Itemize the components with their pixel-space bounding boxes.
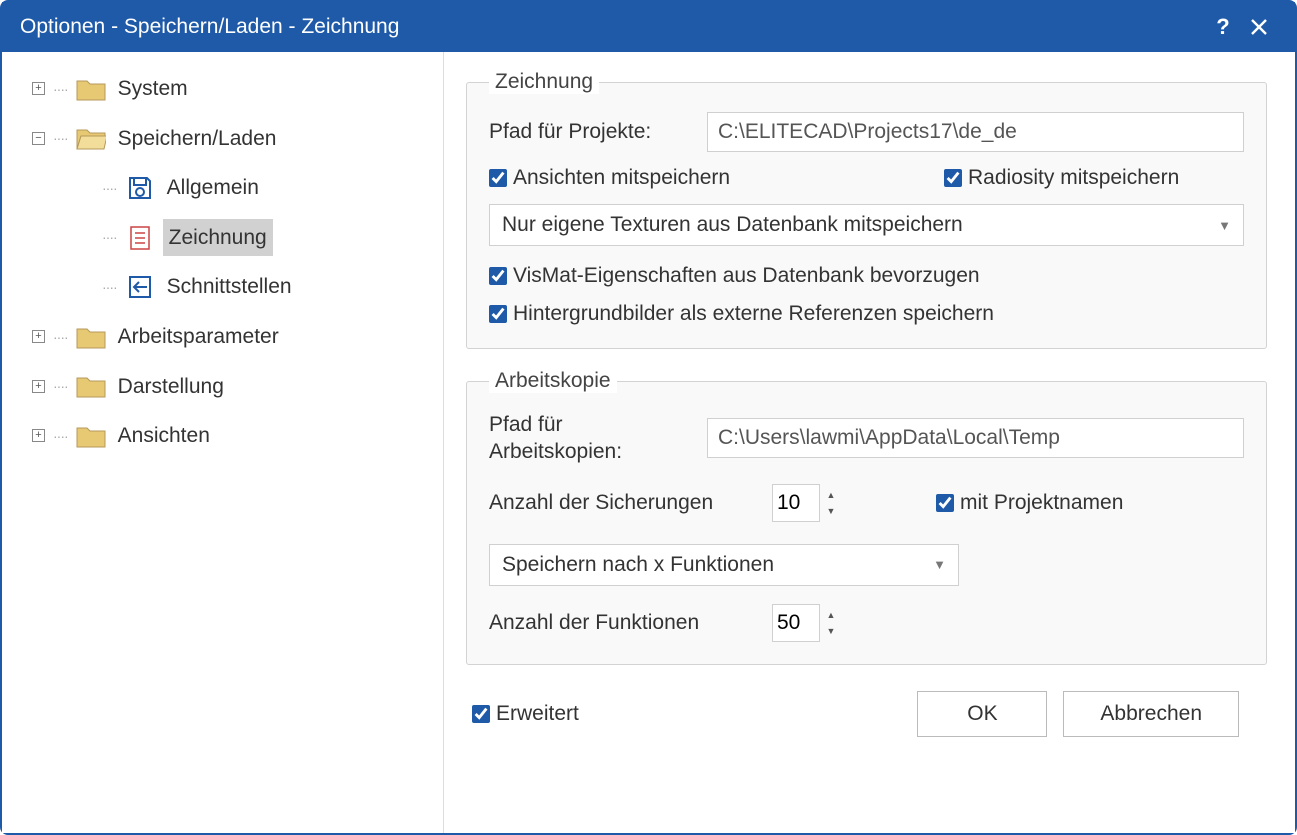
tree-item-display[interactable]: + ···· Darstellung: [2, 362, 443, 412]
ok-button[interactable]: OK: [917, 691, 1047, 737]
options-tree: + ···· System − ···· Speichern/Laden ···…: [2, 52, 444, 833]
select-value: Nur eigene Texturen aus Datenbank mitspe…: [502, 213, 963, 237]
textures-save-select[interactable]: Nur eigene Texturen aus Datenbank mitspe…: [489, 204, 1244, 246]
stepper-down-icon[interactable]: ▼: [822, 623, 840, 639]
tree-label: System: [114, 70, 192, 108]
checkbox-input[interactable]: [489, 305, 507, 323]
tree-label: Schnittstellen: [163, 268, 296, 306]
checkbox-label: VisMat-Eigenschaften aus Datenbank bevor…: [513, 264, 980, 288]
tree-item-work-params[interactable]: + ···· Arbeitsparameter: [2, 312, 443, 362]
close-icon[interactable]: [1241, 9, 1277, 45]
checkbox-advanced[interactable]: Erweitert: [472, 702, 579, 726]
folder-icon: [76, 373, 106, 399]
checkbox-with-projectname[interactable]: mit Projektnamen: [936, 491, 1123, 515]
checkbox-input[interactable]: [944, 169, 962, 187]
projects-path-label: Pfad für Projekte:: [489, 120, 689, 144]
save-disk-icon: [125, 175, 155, 201]
dialog-title: Optionen - Speichern/Laden - Zeichnung: [20, 15, 1205, 39]
import-arrow-icon: [125, 274, 155, 300]
select-value: Speichern nach x Funktionen: [502, 553, 774, 577]
tree-label: Darstellung: [114, 368, 228, 406]
chevron-down-icon: ▼: [1218, 218, 1231, 233]
tree-item-drawing[interactable]: ···· Zeichnung: [2, 213, 443, 263]
folder-icon: [76, 324, 106, 350]
checkbox-input[interactable]: [936, 494, 954, 512]
document-lines-icon: [125, 225, 155, 251]
group-legend: Zeichnung: [489, 70, 599, 94]
checkbox-label: Radiosity mitspeichern: [968, 166, 1179, 190]
checkbox-bg-external-ref[interactable]: Hintergrundbilder als externe Referenzen…: [489, 302, 994, 326]
tree-item-views[interactable]: + ···· Ansichten: [2, 411, 443, 461]
projects-path-input[interactable]: [707, 112, 1244, 152]
stepper-up-icon[interactable]: ▲: [822, 607, 840, 623]
group-legend: Arbeitskopie: [489, 369, 617, 393]
checkbox-label: Hintergrundbilder als externe Referenzen…: [513, 302, 994, 326]
checkbox-label: mit Projektnamen: [960, 491, 1123, 515]
tree-label: Ansichten: [114, 417, 214, 455]
folder-icon: [76, 76, 106, 102]
checkbox-label: Erweitert: [496, 702, 579, 726]
cancel-button[interactable]: Abbrechen: [1063, 691, 1239, 737]
function-count-stepper[interactable]: [772, 604, 820, 642]
titlebar: Optionen - Speichern/Laden - Zeichnung ?: [2, 2, 1295, 52]
tree-label: Allgemein: [163, 169, 263, 207]
dialog-footer: Erweitert OK Abbrechen: [466, 685, 1267, 757]
stepper-down-icon[interactable]: ▼: [822, 503, 840, 519]
save-mode-select[interactable]: Speichern nach x Funktionen ▼: [489, 544, 959, 586]
chevron-down-icon: ▼: [933, 557, 946, 572]
tree-item-save-load[interactable]: − ···· Speichern/Laden: [2, 114, 443, 164]
help-icon[interactable]: ?: [1205, 9, 1241, 45]
tree-label: Speichern/Laden: [114, 120, 281, 158]
checkbox-save-views[interactable]: Ansichten mitspeichern: [489, 166, 730, 190]
checkbox-input[interactable]: [472, 705, 490, 723]
stepper-up-icon[interactable]: ▲: [822, 487, 840, 503]
tree-item-general[interactable]: ···· Allgemein: [2, 163, 443, 213]
plus-icon[interactable]: +: [32, 429, 45, 442]
checkbox-input[interactable]: [489, 169, 507, 187]
checkbox-label: Ansichten mitspeichern: [513, 166, 730, 190]
backup-count-label: Anzahl der Sicherungen: [489, 491, 754, 515]
tree-item-interfaces[interactable]: ···· Schnittstellen: [2, 262, 443, 312]
group-backup: Arbeitskopie Pfad für Arbeitskopien: Anz…: [466, 369, 1267, 665]
backup-count-stepper[interactable]: [772, 484, 820, 522]
plus-icon[interactable]: +: [32, 330, 45, 343]
checkbox-save-radiosity[interactable]: Radiosity mitspeichern: [944, 166, 1244, 190]
checkbox-vismat-prefer[interactable]: VisMat-Eigenschaften aus Datenbank bevor…: [489, 264, 980, 288]
tree-label: Zeichnung: [163, 219, 273, 257]
tree-label: Arbeitsparameter: [114, 318, 283, 356]
backup-path-input[interactable]: [707, 418, 1244, 458]
folder-icon: [76, 423, 106, 449]
function-count-label: Anzahl der Funktionen: [489, 611, 754, 635]
plus-icon[interactable]: +: [32, 82, 45, 95]
checkbox-input[interactable]: [489, 267, 507, 285]
plus-icon[interactable]: +: [32, 380, 45, 393]
backup-path-label: Pfad für Arbeitskopien:: [489, 411, 689, 466]
group-drawing: Zeichnung Pfad für Projekte: Ansichten m…: [466, 70, 1267, 349]
main-panel: Zeichnung Pfad für Projekte: Ansichten m…: [444, 52, 1295, 833]
tree-item-system[interactable]: + ···· System: [2, 64, 443, 114]
minus-icon[interactable]: −: [32, 132, 45, 145]
folder-open-icon: [76, 125, 106, 151]
